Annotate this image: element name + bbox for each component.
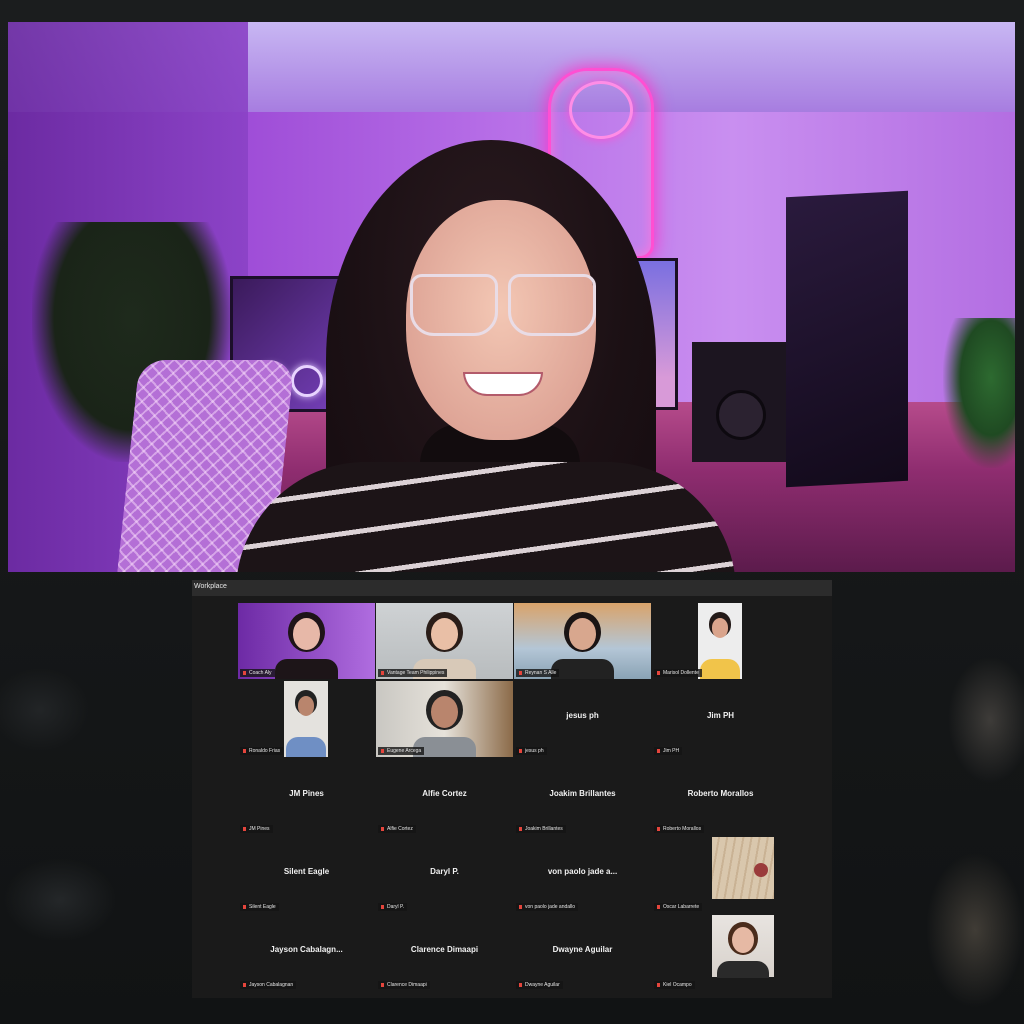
speaker-sweater: [236, 462, 736, 572]
monitor-vertical: [786, 190, 908, 488]
participant-tile[interactable]: Jayson Cabalagn... Jayson Cabalagnan: [238, 915, 375, 991]
participant-display-name: Clarence Dimaapi: [410, 945, 479, 954]
participant-name-tag: Silent Eagle: [240, 903, 279, 911]
window-title: Workplace: [194, 583, 227, 590]
participant-tile[interactable]: Marisol Dollente: [652, 603, 789, 679]
participant-tile[interactable]: jesus ph jesus ph: [514, 681, 651, 757]
participant-video: [712, 915, 774, 979]
participant-video: [698, 603, 742, 679]
participant-display-name: Dwayne Aguilar: [552, 945, 613, 954]
window-titlebar[interactable]: Workplace: [192, 580, 832, 596]
participant-name-tag: Oscar Labarrete: [654, 903, 703, 911]
bowling-alley-image: [712, 837, 774, 899]
participant-name-tag: Ronaldo Frias: [240, 747, 284, 755]
participant-name-tag: Marisol Dollente: [654, 669, 702, 677]
participant-tile[interactable]: Dwayne Aguilar Dwayne Aguilar: [514, 915, 651, 991]
participant-tile[interactable]: Kiel Ocampo: [652, 915, 789, 991]
participant-video: [376, 681, 513, 757]
participant-name-tag: Kiel Ocampo: [654, 981, 695, 989]
participant-tile[interactable]: Silent Eagle Silent Eagle: [238, 837, 375, 913]
participant-display-name: von paolo jade a...: [547, 867, 618, 876]
participant-display-name: Jayson Cabalagn...: [270, 945, 343, 954]
participant-name-tag: JM Pines: [240, 825, 273, 833]
participant-display-name: Joakim Brillantes: [549, 789, 616, 798]
participant-tile[interactable]: Eugene Arcega: [376, 681, 513, 757]
participant-tile[interactable]: Oscar Labarrete: [652, 837, 789, 913]
participant-display-name: Silent Eagle: [283, 867, 330, 876]
zoom-gallery-window: Workplace Coach Aly Vantage Team Philippi…: [192, 580, 832, 998]
participant-name-tag: jesus ph: [516, 747, 547, 755]
participant-tile[interactable]: Vantage Team Philippines: [376, 603, 513, 679]
participant-name-tag: Reynan S Alle: [516, 669, 560, 677]
participant-tile[interactable]: Roberto Morallos Roberto Morallos: [652, 759, 789, 835]
participant-tile[interactable]: Clarence Dimaapi Clarence Dimaapi: [376, 915, 513, 991]
plant-right: [943, 318, 1015, 468]
participant-tile[interactable]: Joakim Brillantes Joakim Brillantes: [514, 759, 651, 835]
participant-display-name: Alfie Cortez: [422, 789, 467, 798]
participant-tile[interactable]: Reynan S Alle: [514, 603, 651, 679]
participant-name-tag: von paolo jade andallo: [516, 903, 579, 911]
participant-display-name: Jim PH: [706, 711, 735, 720]
participant-name-tag: Joakim Brillantes: [516, 825, 566, 833]
participant-name-tag: Coach Aly: [240, 669, 275, 677]
participant-name-tag: Roberto Morallos: [654, 825, 705, 833]
participant-tile[interactable]: Jim PH Jim PH: [652, 681, 789, 757]
participant-video: [284, 681, 328, 757]
participant-grid: Coach Aly Vantage Team Philippines Reynan …: [238, 603, 792, 995]
participant-display-name: Daryl P.: [430, 867, 459, 876]
participant-name-tag: Jim PH: [654, 747, 683, 755]
participant-name-tag: Eugene Arcega: [378, 747, 425, 755]
participant-tile[interactable]: Coach Aly: [238, 603, 375, 679]
participant-tile[interactable]: von paolo jade a... von paolo jade andall…: [514, 837, 651, 913]
main-speaker-video: [8, 22, 1015, 572]
participant-display-name: jesus ph: [566, 711, 599, 720]
participant-tile[interactable]: Ronaldo Frias: [238, 681, 375, 757]
participant-video: [376, 603, 513, 679]
participant-name-tag: Jayson Cabalagnan: [240, 981, 297, 989]
speaker: [692, 342, 786, 462]
participant-name-tag: Vantage Team Philippines: [378, 669, 448, 677]
participant-tile[interactable]: Alfie Cortez Alfie Cortez: [376, 759, 513, 835]
participant-display-name: Roberto Morallos: [687, 789, 754, 798]
participant-name-tag: Clarence Dimaapi: [378, 981, 430, 989]
participant-tile[interactable]: JM Pines JM Pines: [238, 759, 375, 835]
participant-name-tag: Dwayne Aguilar: [516, 981, 563, 989]
participant-tile[interactable]: Daryl P. Daryl P.: [376, 837, 513, 913]
smile: [463, 372, 543, 396]
participant-name-tag: Daryl P.: [378, 903, 408, 911]
glasses: [410, 274, 596, 338]
participant-display-name: JM Pines: [289, 789, 324, 798]
participant-video: [514, 603, 651, 679]
participant-video: [238, 603, 375, 679]
participant-name-tag: Alfie Cortez: [378, 825, 416, 833]
